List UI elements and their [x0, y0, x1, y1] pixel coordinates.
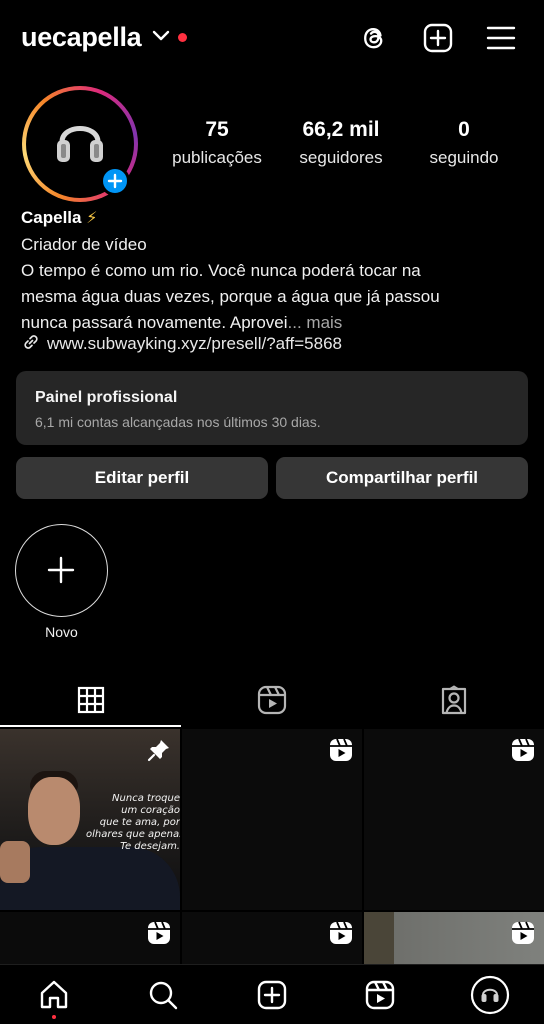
dashboard-title: Painel profissional — [35, 389, 178, 406]
nav-home[interactable] — [36, 977, 72, 1013]
home-icon — [40, 980, 68, 1009]
notification-dot — [178, 33, 187, 42]
following-count[interactable]: 0 seguindo — [414, 118, 514, 168]
grid-post[interactable] — [364, 912, 544, 964]
tab-reels[interactable] — [181, 675, 362, 725]
new-highlight-label: Novo — [45, 624, 78, 640]
dashboard-subtitle: 6,1 mi contas alcançadas nos últimos 30 … — [35, 414, 321, 430]
grid-icon — [77, 686, 104, 714]
nav-profile[interactable] — [470, 975, 510, 1015]
link-text[interactable]: www.subwayking.xyz/presell/?aff=5868 — [47, 334, 342, 353]
post-caption-overlay: Nunca troque um coração que te ama, por … — [86, 793, 180, 852]
menu-icon[interactable] — [485, 22, 517, 54]
username[interactable]: uecapella — [21, 22, 142, 53]
top-bar: uecapella — [0, 0, 544, 78]
reels-icon — [512, 921, 534, 944]
profile-link[interactable]: www.subwayking.xyz/presell/?aff=5868 — [21, 332, 342, 354]
chevron-down-icon[interactable] — [152, 30, 170, 42]
lightning-icon: ⚡ — [86, 210, 98, 227]
search-icon — [149, 981, 178, 1010]
plus-icon — [47, 556, 75, 584]
nav-search[interactable] — [145, 977, 181, 1013]
threads-icon[interactable] — [358, 22, 390, 54]
nav-reels[interactable] — [362, 977, 398, 1013]
stat-label: seguindo — [429, 148, 499, 167]
posts-count[interactable]: 75 publicações — [160, 118, 274, 168]
create-icon — [257, 980, 287, 1010]
grid-post[interactable] — [182, 729, 362, 910]
stat-label: publicações — [172, 148, 262, 167]
edit-profile-button[interactable]: Editar perfil — [16, 457, 268, 499]
stat-label: seguidores — [299, 148, 383, 167]
bio: Capella ⚡ Criador de vídeo O tempo é com… — [21, 205, 531, 336]
nav-create[interactable] — [254, 977, 290, 1013]
more-link[interactable]: ... mais — [288, 313, 343, 332]
home-notification-dot — [52, 1015, 56, 1019]
plus-icon — [107, 173, 123, 189]
display-name: Capella — [21, 208, 82, 227]
stat-value: 0 — [458, 118, 470, 141]
professional-dashboard[interactable]: Painel profissional 6,1 mi contas alcanç… — [16, 371, 528, 445]
bio-line: O tempo é como um rio. Você nunca poderá… — [21, 261, 421, 280]
stat-value: 66,2 mil — [302, 118, 380, 141]
tagged-icon — [441, 685, 466, 715]
followers-count[interactable]: 66,2 mil seguidores — [286, 118, 396, 168]
grid-post[interactable] — [0, 912, 180, 964]
link-icon — [24, 335, 38, 349]
grid-post[interactable] — [182, 912, 362, 964]
new-highlight-button[interactable] — [15, 524, 108, 617]
add-story-button[interactable] — [100, 166, 130, 196]
reels-icon — [365, 980, 395, 1010]
reels-icon — [148, 921, 170, 944]
pin-icon — [147, 740, 169, 762]
category-label: Criador de vídeo — [21, 235, 147, 254]
tab-posts[interactable] — [0, 675, 181, 725]
tab-tagged[interactable] — [363, 675, 544, 725]
bottom-navigation — [0, 964, 544, 1024]
grid-post[interactable] — [364, 729, 544, 910]
reels-icon — [512, 738, 534, 761]
create-post-icon[interactable] — [422, 22, 454, 54]
stat-value: 75 — [205, 118, 229, 141]
share-profile-button[interactable]: Compartilhar perfil — [276, 457, 528, 499]
reels-icon — [330, 738, 352, 761]
bio-line: mesma água duas vezes, porque a água que… — [21, 287, 440, 306]
reels-icon — [330, 921, 352, 944]
profile-avatar — [470, 975, 510, 1015]
grid-post[interactable]: Nunca troque um coração que te ama, por … — [0, 729, 180, 910]
active-tab-indicator — [0, 725, 181, 727]
reels-icon — [257, 685, 286, 715]
